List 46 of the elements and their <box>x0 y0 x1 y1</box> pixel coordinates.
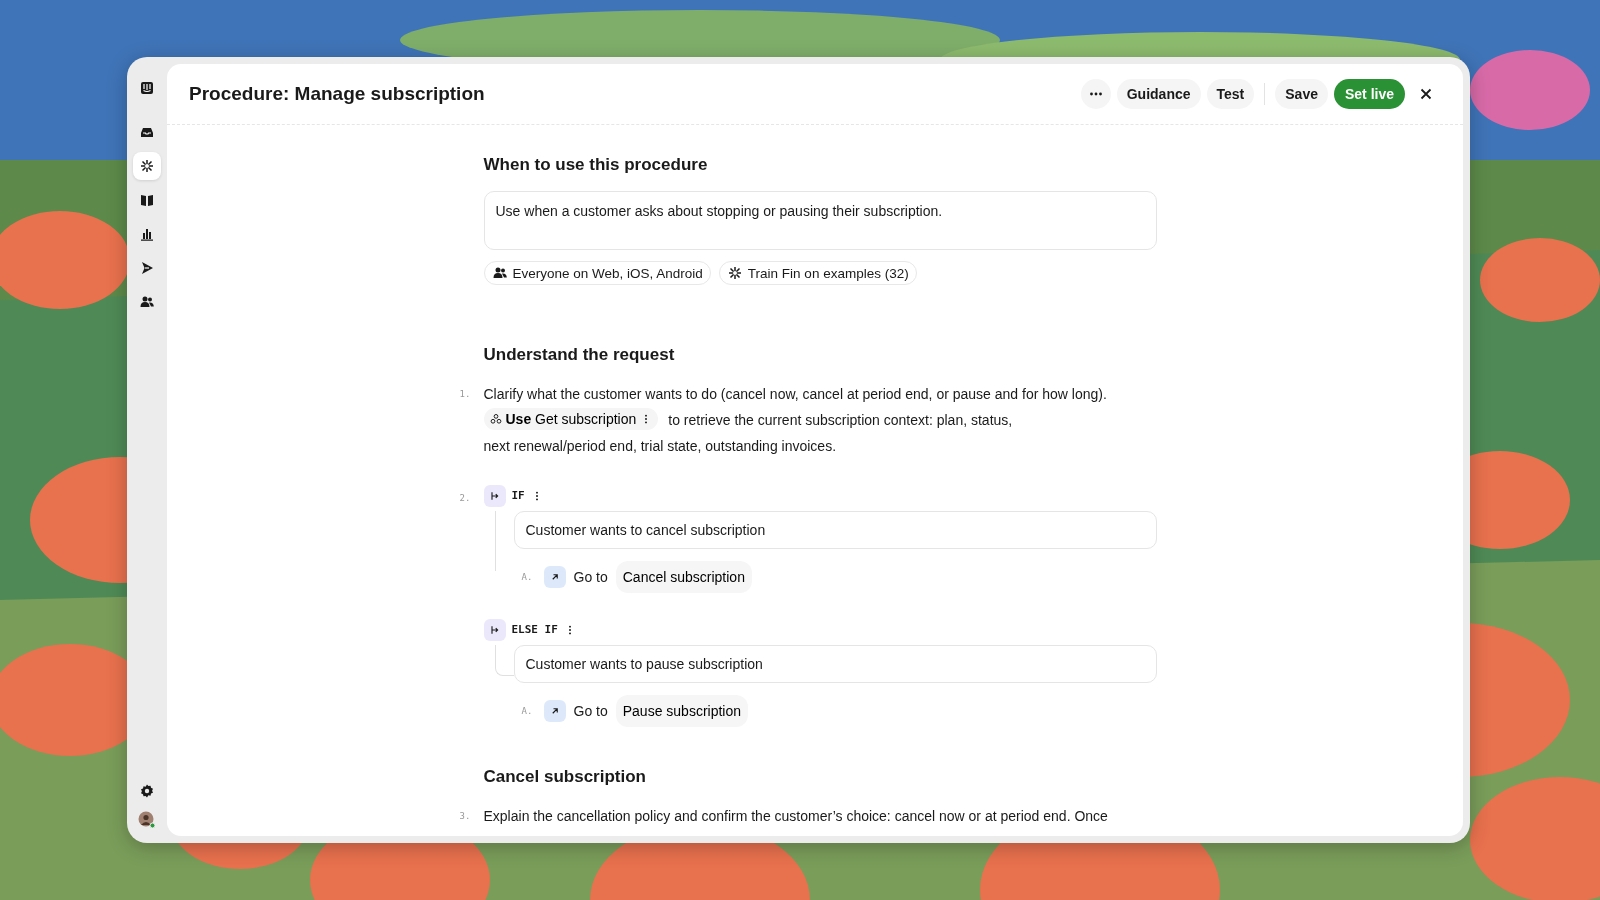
section-heading: Cancel subscription <box>483 767 647 787</box>
more-button[interactable] <box>1080 79 1111 109</box>
settings-icon <box>139 783 155 799</box>
sparkle-icon <box>139 158 155 174</box>
branch-arrow-icon <box>488 624 501 636</box>
condition-field[interactable]: Customer wants to pause subscription <box>513 645 1157 683</box>
close-icon <box>1418 86 1434 102</box>
sparkle-icon <box>726 265 743 281</box>
avatar[interactable] <box>138 811 156 829</box>
logo-icon <box>139 80 155 96</box>
audience-chip[interactable]: Train Fin on examples (32) <box>718 261 917 285</box>
condition-field[interactable]: Customer wants to cancel subscription <box>513 511 1157 549</box>
sidebar-item[interactable] <box>133 152 161 180</box>
toolbar-button[interactable]: Test <box>1206 79 1255 109</box>
toolbar-button[interactable]: Guidance <box>1116 79 1201 109</box>
step-text: next renewal/period end, trial state, outstanding invoices. <box>483 437 838 456</box>
tool-icon <box>489 413 502 425</box>
connector-line <box>494 645 514 676</box>
people-icon <box>139 294 155 310</box>
action-letter: A. <box>521 571 534 584</box>
action-label: Go to <box>573 568 608 587</box>
step-text: Clarify what the customer wants to do (cancel now, cancel at period end, or pause and for how long). <box>483 385 1108 404</box>
step-number: 2. <box>459 492 471 505</box>
book-icon <box>139 192 155 208</box>
set-live-button[interactable]: Set live <box>1333 79 1405 109</box>
step-text: Explain the cancellation policy and confirm the customer’s choice: cancel now or at period end. Once <box>483 807 1109 826</box>
step-number: 3. <box>459 810 471 823</box>
action-label: Go to <box>573 702 608 721</box>
branch-keyword: ELSE IF <box>511 622 558 638</box>
section-heading: Understand the request <box>483 345 676 365</box>
toolbar-button[interactable]: Save <box>1275 79 1328 109</box>
page-title: Procedure: Manage subscription <box>189 83 485 105</box>
audience-chip[interactable]: Everyone on Web, iOS, Android <box>483 261 711 285</box>
tool-chip[interactable]: Use Get subscription <box>483 408 659 430</box>
people-icon <box>491 265 508 281</box>
step-text: to retrieve the current subscription context: plan, status, <box>668 412 1013 428</box>
target-chip[interactable]: Pause subscription <box>615 695 749 727</box>
branch-keyword: IF <box>511 488 525 504</box>
description-field[interactable]: Use when a customer asks about stopping or pausing their subscription. <box>483 191 1157 250</box>
send-icon <box>139 260 155 276</box>
branch-arrow-icon <box>488 490 501 502</box>
step-number: 1. <box>459 388 471 401</box>
target-chip[interactable]: Cancel subscription <box>615 561 752 593</box>
section-heading: When to use this procedure <box>483 155 709 175</box>
action-letter: A. <box>521 705 534 718</box>
bar-chart-icon <box>139 226 155 242</box>
